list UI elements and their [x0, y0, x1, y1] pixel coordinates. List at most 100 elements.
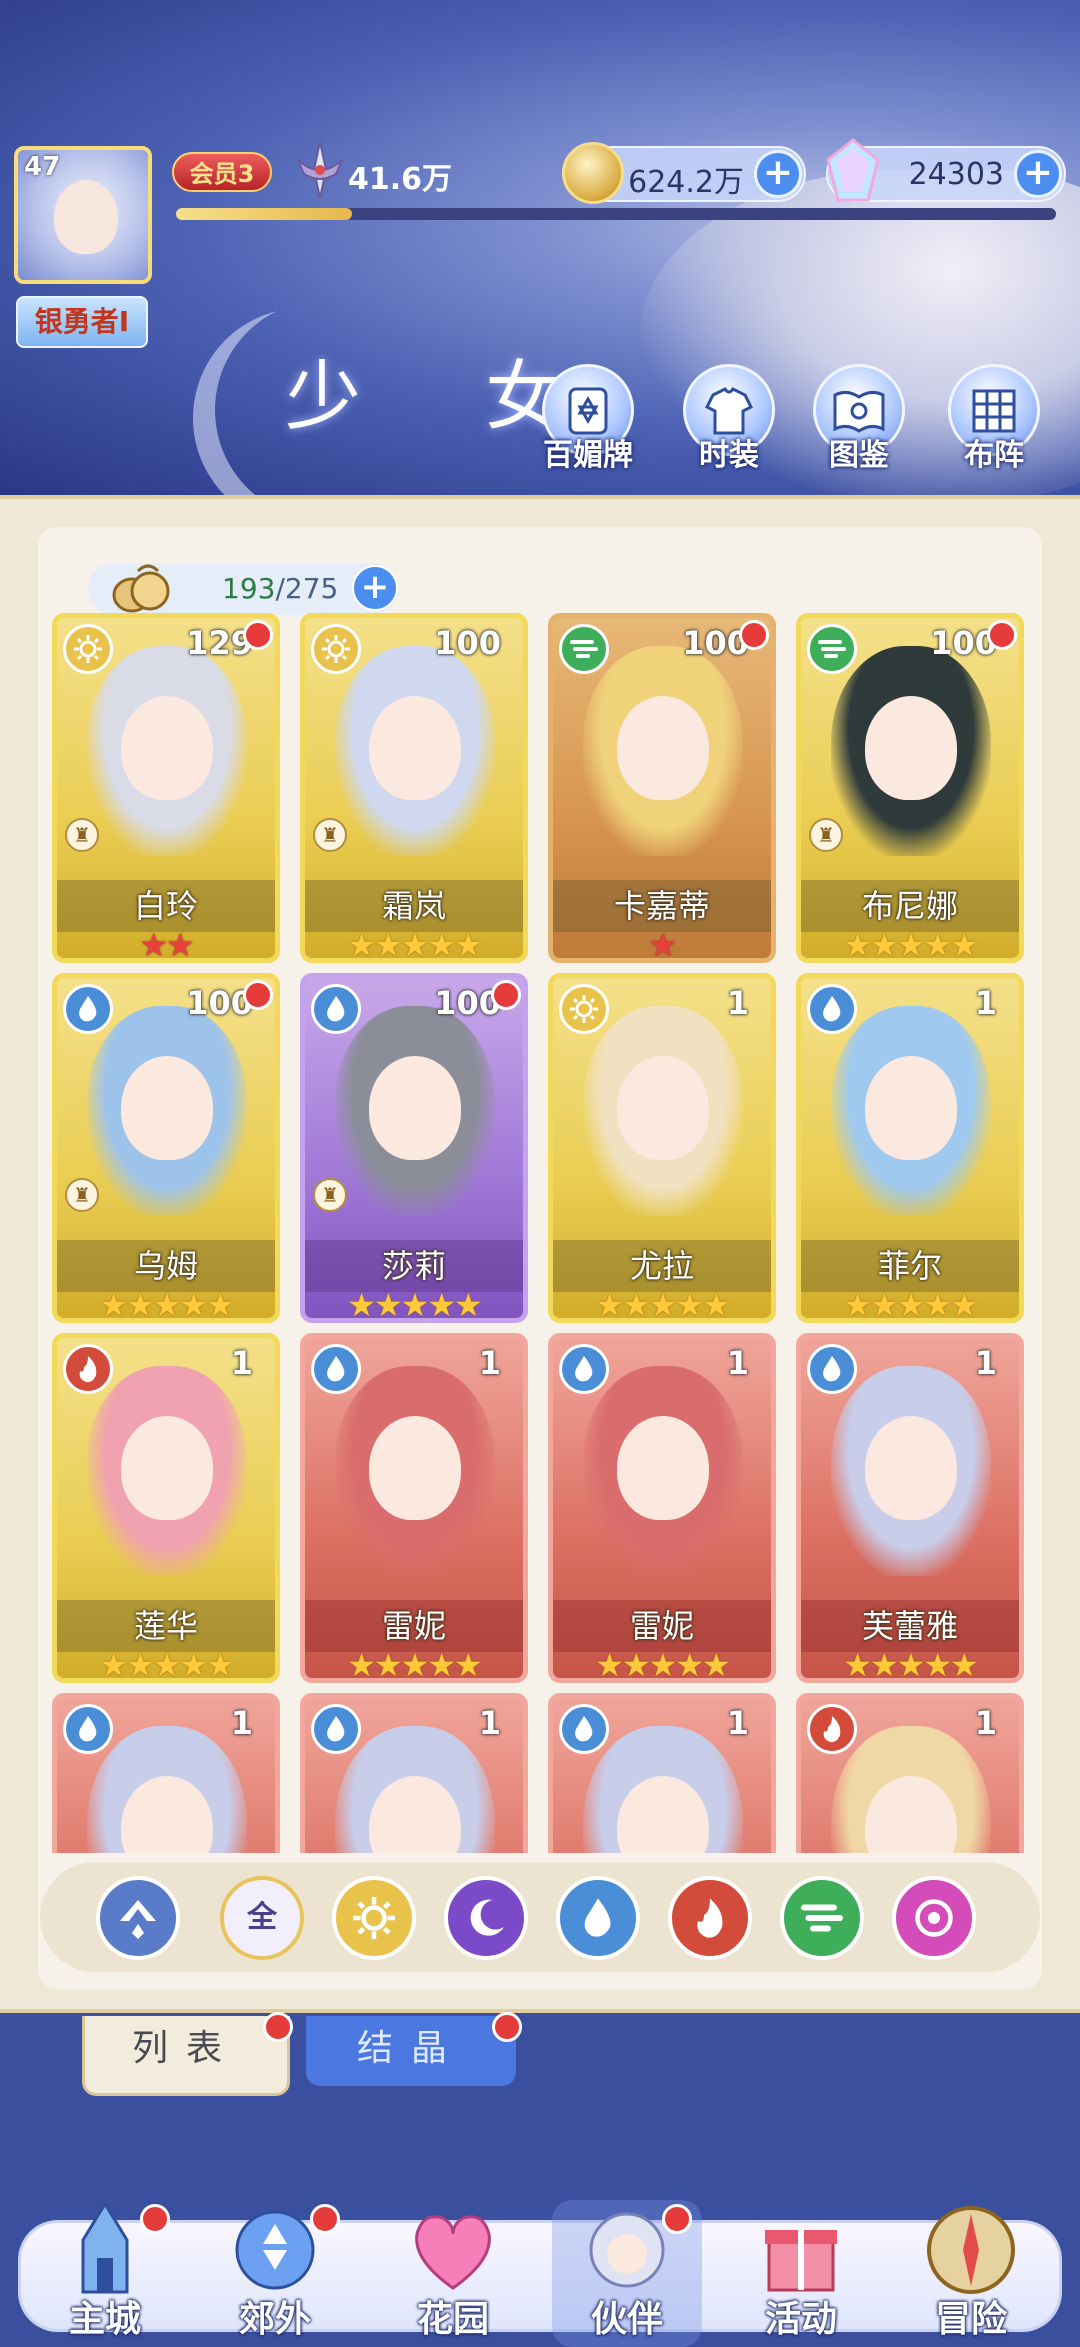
character-level: 1 [974, 1704, 997, 1742]
star-icon: ★ [454, 1646, 483, 1683]
star-icon: ★ [347, 1646, 376, 1683]
light-icon [353, 1897, 395, 1939]
filter-fire-button[interactable] [668, 1876, 752, 1960]
rank-badge: 银勇者Ⅰ [16, 296, 148, 348]
star-rating: ★★★★★ [57, 1646, 275, 1683]
nav-label: 花园 [416, 2299, 489, 2340]
filter-sort-button[interactable] [96, 1876, 180, 1960]
player-level: 47 [24, 152, 61, 182]
star-icon: ★ [702, 1286, 731, 1323]
star-icon: ★ [400, 1286, 430, 1323]
notification-dot [243, 620, 273, 650]
role-icon: ♜ [809, 818, 843, 852]
tab-list[interactable]: 列表 [82, 2012, 293, 2096]
star-icon: ★ [869, 1286, 899, 1323]
star-icon: ★ [99, 1286, 128, 1323]
star-rating: ★★★★★ [57, 1286, 275, 1323]
character-card[interactable]: 1 [52, 1693, 280, 1853]
filter-water-button[interactable] [556, 1876, 640, 1960]
filter-dark-button[interactable] [444, 1876, 528, 1960]
notification-dot [263, 2012, 293, 2042]
expand-roster-button[interactable]: + [352, 565, 398, 611]
water-element-icon [311, 984, 361, 1034]
character-level: 1 [726, 1704, 749, 1742]
add-crystals-button[interactable]: + [1014, 150, 1062, 198]
tab-crystal-label: 结晶 [356, 2028, 465, 2069]
character-card[interactable]: 1 雷妮 ★★★★★ [548, 1333, 776, 1683]
character-card[interactable]: 1 莲华 ★★★★★ [52, 1333, 280, 1683]
power-value: 41.6万 [348, 162, 453, 197]
character-card[interactable]: 1 [796, 1693, 1024, 1853]
character-card[interactable]: 1 雷妮 ★★★★★ [300, 1333, 528, 1683]
menu-outfit-button[interactable]: 时装 [681, 364, 777, 474]
menu-formation-button[interactable]: 布阵 [946, 364, 1042, 474]
character-face [865, 1416, 957, 1520]
character-level: 1 [478, 1704, 501, 1742]
filter-all-button[interactable]: 全 [220, 1876, 304, 1960]
star-rating: ★★★★★ [305, 926, 523, 963]
tab-crystal[interactable]: 结晶 [306, 2012, 522, 2086]
character-card[interactable]: 100 ♜ 莎莉 ★★★★★ [300, 973, 528, 1323]
character-face [865, 1056, 957, 1160]
star-icon: ★ [923, 926, 952, 963]
star-icon: ★ [373, 926, 403, 963]
nav-item-4[interactable]: 活动 [726, 2200, 876, 2347]
nav-item-5[interactable]: 冒险 [896, 2200, 1046, 2347]
nav-item-3[interactable]: 伙伴 [552, 2200, 702, 2347]
star-rating: ★★★★★ [553, 1646, 771, 1683]
character-card[interactable]: 1 [548, 1693, 776, 1853]
coin-value: 624.2万 [628, 165, 744, 200]
character-card[interactable]: 100 ♜ 乌姆 ★★★★★ [52, 973, 280, 1323]
header: 47 银勇者Ⅰ 会员3 41.6万 624.2万 + 24303 + 少 女 百… [0, 0, 1080, 495]
nav-item-2[interactable]: 花园 [378, 2200, 528, 2347]
water-icon [584, 1898, 611, 1937]
menu-formation-label: 布阵 [964, 438, 1024, 473]
filter-arcane-button[interactable] [892, 1876, 976, 1960]
arcane-icon [915, 1899, 953, 1937]
player-avatar[interactable]: 47 [14, 146, 152, 284]
role-icon: ♜ [313, 1178, 347, 1212]
heart-garden-icon [415, 2215, 491, 2290]
star-rating: ★★★★★ [801, 1286, 1019, 1323]
character-level: 1 [974, 1344, 997, 1382]
star-icon: ★ [950, 926, 979, 963]
star-icon: ★ [373, 1286, 403, 1323]
water-element-icon [807, 1344, 857, 1394]
menu-card-button[interactable]: 百媚牌 [540, 364, 636, 474]
character-card[interactable]: 1 芙蕾雅 ★★★★★ [796, 1333, 1024, 1683]
filter-all-label: 全 [247, 1900, 277, 1935]
character-card[interactable]: 1 [300, 1693, 528, 1853]
character-name: 菲尔 [877, 1247, 942, 1285]
character-name: 莲华 [133, 1607, 198, 1645]
character-card[interactable]: 1 尤拉 ★★★★★ [548, 973, 776, 1323]
character-name: 雷妮 [629, 1607, 694, 1645]
nav-item-0[interactable]: 主城 [30, 2200, 180, 2347]
character-card[interactable]: 1 菲尔 ★★★★★ [796, 973, 1024, 1323]
star-icon: ★ [595, 1286, 624, 1323]
gift-box-icon [765, 2230, 837, 2292]
star-icon: ★ [125, 1646, 155, 1683]
water-element-icon [311, 1344, 361, 1394]
character-face [865, 696, 957, 800]
character-card[interactable]: 129 ♜ 白玲 ★★ [52, 613, 280, 963]
star-icon: ★ [206, 1286, 235, 1323]
star-icon: ★ [179, 1646, 208, 1683]
add-coins-button[interactable]: + [754, 150, 802, 198]
filter-light-button[interactable] [332, 1876, 416, 1960]
nav-label: 伙伴 [590, 2299, 663, 2340]
star-icon: ★ [125, 1286, 155, 1323]
menu-book-button[interactable]: 图鉴 [811, 364, 907, 474]
vip-badge[interactable]: 会员3 [172, 152, 272, 192]
star-rating: ★★★★★ [553, 1286, 771, 1323]
character-card[interactable]: 100 卡嘉蒂 ★ [548, 613, 776, 963]
nav-item-1[interactable]: 郊外 [200, 2200, 350, 2347]
filter-wind-button[interactable] [780, 1876, 864, 1960]
character-face [121, 696, 213, 800]
star-icon: ★ [454, 926, 483, 963]
character-card[interactable]: 100 ♜ 霜岚 ★★★★★ [300, 613, 528, 963]
character-card[interactable]: 100 ♜ 布尼娜 ★★★★★ [796, 613, 1024, 963]
star-icon: ★ [621, 1646, 651, 1683]
water-element-icon [63, 1704, 113, 1754]
character-face [121, 1416, 213, 1520]
character-level: 1 [974, 984, 997, 1022]
